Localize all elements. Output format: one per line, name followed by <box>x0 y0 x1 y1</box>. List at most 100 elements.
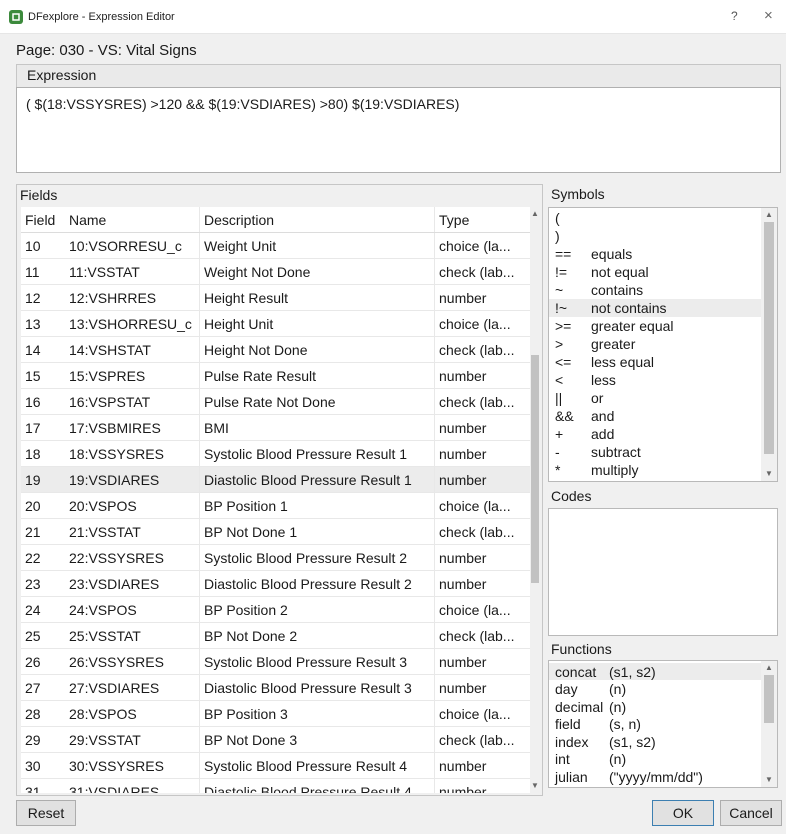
symbol-item[interactable]: /divide <box>549 479 761 481</box>
table-row[interactable]: 28 28:VSPOS BP Position 3 choice (la... <box>21 701 530 727</box>
scroll-up-icon[interactable]: ▲ <box>765 210 773 219</box>
symbol-item[interactable]: !~ not contains <box>549 299 761 317</box>
table-row[interactable]: 24 24:VSPOS BP Position 2 choice (la... <box>21 597 530 623</box>
column-header-field[interactable]: Field <box>21 212 65 228</box>
function-item[interactable]: concat (s1, s2) <box>549 663 761 680</box>
field-description: Pulse Rate Result <box>199 363 434 388</box>
symbol-item[interactable]: >= greater equal <box>549 317 761 335</box>
table-row[interactable]: 25 25:VSSTAT BP Not Done 2 check (lab... <box>21 623 530 649</box>
table-row[interactable]: 30 30:VSSYSRES Systolic Blood Pressure Res… <box>21 753 530 779</box>
cancel-button[interactable]: Cancel <box>720 800 782 826</box>
table-row[interactable]: 26 26:VSSYSRES Systolic Blood Pressure Res… <box>21 649 530 675</box>
column-header-description[interactable]: Description <box>199 207 434 232</box>
codes-list[interactable] <box>548 508 778 636</box>
field-description: Weight Not Done <box>199 259 434 284</box>
symbol-item[interactable]: ~ contains <box>549 281 761 299</box>
function-item[interactable]: field (s, n) <box>549 716 761 733</box>
reset-button[interactable]: Reset <box>16 800 76 826</box>
symbol-description: equals <box>591 246 633 262</box>
table-row[interactable]: 13 13:VSHORRESU_c Height Unit choice (la... <box>21 311 530 337</box>
function-item[interactable]: decimal (n) <box>549 698 761 715</box>
symbol-description: contains <box>591 282 644 298</box>
field-name: 20:VSPOS <box>69 497 137 514</box>
symbol-item[interactable]: && and <box>549 407 761 425</box>
symbol-item[interactable]: <= less equal <box>549 353 761 371</box>
symbol-item[interactable]: - subtract <box>549 443 761 461</box>
symbols-scroll-thumb[interactable] <box>764 222 774 454</box>
symbol-operator: * <box>555 462 561 478</box>
field-type: number <box>434 363 530 388</box>
scroll-up-icon[interactable]: ▲ <box>765 663 773 672</box>
column-header-name[interactable]: Name <box>65 212 199 228</box>
functions-scroll-thumb[interactable] <box>764 675 774 723</box>
scroll-down-icon[interactable]: ▼ <box>765 775 773 784</box>
table-row[interactable]: 14 14:VSHSTAT Height Not Done check (lab... <box>21 337 530 363</box>
symbol-item[interactable]: + add <box>549 425 761 443</box>
scroll-down-icon[interactable]: ▼ <box>531 781 539 790</box>
fields-scroll-thumb[interactable] <box>531 355 539 583</box>
symbol-operator: ) <box>555 228 560 244</box>
table-row[interactable]: 22 22:VSSYSRES Systolic Blood Pressure Res… <box>21 545 530 571</box>
field-description: Diastolic Blood Pressure Result 1 <box>199 467 434 492</box>
scroll-up-icon[interactable]: ▲ <box>531 209 539 218</box>
symbol-item[interactable]: > greater <box>549 335 761 353</box>
title-bar: DFexplore - Expression Editor <box>0 0 786 34</box>
symbol-description: not contains <box>591 300 667 316</box>
field-name: 15:VSPRES <box>69 367 146 384</box>
ok-button[interactable]: OK <box>652 800 714 826</box>
field-type: number <box>434 441 530 466</box>
symbol-item[interactable]: != not equal <box>549 263 761 281</box>
fields-scrollbar[interactable]: ▲ ▼ <box>530 207 540 793</box>
functions-scrollbar[interactable]: ▲ ▼ <box>761 661 777 787</box>
function-item[interactable]: index (s1, s2) <box>549 733 761 750</box>
symbol-operator: <= <box>555 354 572 370</box>
function-item[interactable]: int (n) <box>549 751 761 768</box>
field-description: BP Position 3 <box>199 701 434 726</box>
table-row[interactable]: 10 10:VSORRESU_c Weight Unit choice (la... <box>21 233 530 259</box>
table-row[interactable]: 16 16:VSPSTAT Pulse Rate Not Done check (la… <box>21 389 530 415</box>
field-description: BP Position 1 <box>199 493 434 518</box>
symbol-item[interactable]: || or <box>549 389 761 407</box>
fields-table: Field Name Description Type 10 10:VSORRES… <box>21 207 530 793</box>
symbol-item[interactable]: < less <box>549 371 761 389</box>
symbols-scrollbar[interactable]: ▲ ▼ <box>761 208 777 481</box>
function-args: (s, n) <box>609 716 641 732</box>
field-name: 28:VSPOS <box>69 705 137 722</box>
functions-label: Functions <box>551 641 612 657</box>
table-row[interactable]: 12 12:VSHRRES Height Result number <box>21 285 530 311</box>
table-row[interactable]: 29 29:VSSTAT BP Not Done 3 check (lab... <box>21 727 530 753</box>
symbol-item[interactable]: ( <box>549 209 761 227</box>
function-item[interactable]: day (n) <box>549 681 761 698</box>
table-row[interactable]: 11 11:VSSTAT Weight Not Done check (lab... <box>21 259 530 285</box>
function-item[interactable]: julian ("yyyy/mm/dd") <box>549 768 761 785</box>
table-row[interactable]: 19 19:VSDIARES Diastolic Blood Pressure Re… <box>21 467 530 493</box>
table-row[interactable]: 31 31:VSDIARES Diastolic Blood Pressure Re… <box>21 779 530 793</box>
symbol-item[interactable]: == equals <box>549 245 761 263</box>
expression-editor[interactable]: ( $(18:VSSYSRES) >120 && $(19:VSDIARES) … <box>16 87 781 173</box>
table-row[interactable]: 21 21:VSSTAT BP Not Done 1 check (lab... <box>21 519 530 545</box>
column-header-type[interactable]: Type <box>434 207 530 232</box>
table-row[interactable]: 20 20:VSPOS BP Position 1 choice (la... <box>21 493 530 519</box>
field-number: 10 <box>25 237 41 254</box>
symbol-operator: ~ <box>555 282 564 298</box>
table-row[interactable]: 15 15:VSPRES Pulse Rate Result number <box>21 363 530 389</box>
symbol-operator: + <box>555 426 564 442</box>
table-row[interactable]: 17 17:VSBMIRES BMI number <box>21 415 530 441</box>
help-icon[interactable]: ? <box>731 9 738 23</box>
field-description: BP Not Done 2 <box>199 623 434 648</box>
symbol-item[interactable]: ) <box>549 227 761 245</box>
table-row[interactable]: 23 23:VSDIARES Diastolic Blood Pressure Re… <box>21 571 530 597</box>
field-type: number <box>434 675 530 700</box>
close-icon[interactable]: × <box>764 7 773 24</box>
scroll-down-icon[interactable]: ▼ <box>765 469 773 478</box>
field-number: 24 <box>25 601 41 618</box>
table-row[interactable]: 18 18:VSSYSRES Systolic Blood Pressure Res… <box>21 441 530 467</box>
field-name: 16:VSPSTAT <box>69 393 151 410</box>
symbol-item[interactable]: * multiply <box>549 461 761 479</box>
page-label: Page: 030 - VS: Vital Signs <box>16 42 197 59</box>
field-number: 16 <box>25 393 41 410</box>
field-name: 13:VSHORRESU_c <box>69 315 192 332</box>
symbol-description: divide <box>581 480 628 481</box>
field-type: check (lab... <box>434 519 530 544</box>
table-row[interactable]: 27 27:VSDIARES Diastolic Blood Pressure Re… <box>21 675 530 701</box>
